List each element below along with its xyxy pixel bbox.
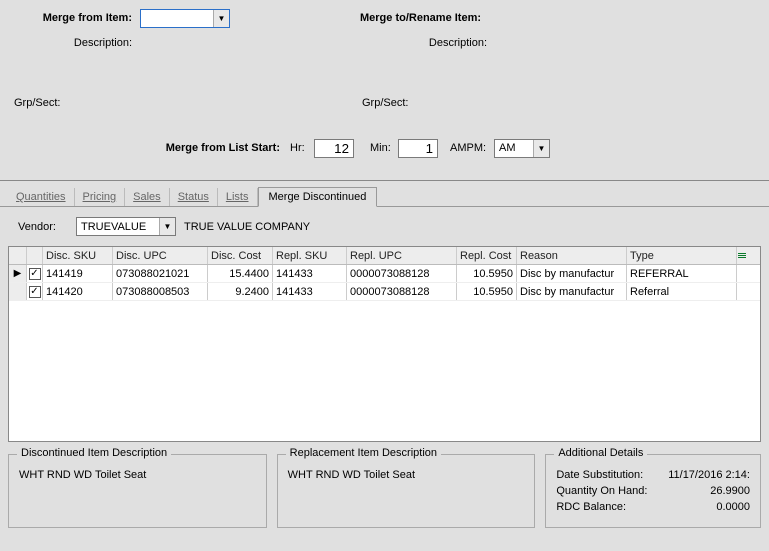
menu-icon[interactable] xyxy=(737,247,747,264)
qoh-value: 26.9900 xyxy=(710,485,750,497)
tab-merge-discontinued[interactable]: Merge Discontinued xyxy=(258,187,378,207)
chevron-down-icon[interactable]: ▼ xyxy=(213,10,229,27)
min-label: Min: xyxy=(370,142,398,154)
desc-label-right: Description: xyxy=(360,37,495,49)
tabstrip: Quantities Pricing Sales Status Lists Me… xyxy=(0,181,769,207)
cell-reason: Disc by manufactur xyxy=(517,265,627,282)
date-sub-label: Date Substitution: xyxy=(556,469,643,481)
min-input[interactable] xyxy=(398,139,438,158)
cell-upc: 073088021021 xyxy=(113,265,208,282)
group-additional-details: Additional Details Date Substitution: 11… xyxy=(545,454,761,528)
tab-status[interactable]: Status xyxy=(170,188,218,206)
cell-rsku: 141433 xyxy=(273,265,347,282)
col-type[interactable]: Type xyxy=(627,247,737,264)
table-row[interactable]: ✓ 141420 073088008503 9.2400 141433 0000… xyxy=(9,283,760,301)
cell-rsku: 141433 xyxy=(273,283,347,300)
chevron-down-icon[interactable]: ▼ xyxy=(159,218,175,235)
cell-type: REFERRAL xyxy=(627,265,737,282)
merge-to-label: Merge to/Rename Item: xyxy=(360,12,481,24)
vendor-value: TRUEVALUE xyxy=(81,221,159,233)
cell-sku: 141420 xyxy=(43,283,113,300)
tab-quantities[interactable]: Quantities xyxy=(8,188,75,206)
col-repl-sku[interactable]: Repl. SKU xyxy=(273,247,347,264)
tab-pricing[interactable]: Pricing xyxy=(75,188,126,206)
cell-rcost: 10.5950 xyxy=(457,265,517,282)
merge-from-combo[interactable]: ▼ xyxy=(140,9,230,28)
group-title: Discontinued Item Description xyxy=(17,447,171,459)
rdc-label: RDC Balance: xyxy=(556,501,626,513)
hr-input[interactable] xyxy=(314,139,354,158)
vendor-combo[interactable]: TRUEVALUE ▼ xyxy=(76,217,176,236)
data-grid[interactable]: Disc. SKU Disc. UPC Disc. Cost Repl. SKU… xyxy=(8,246,761,442)
cell-type: Referral xyxy=(627,283,737,300)
list-start-label: Merge from List Start: xyxy=(0,142,290,154)
tab-lists[interactable]: Lists xyxy=(218,188,258,206)
grp-label-right: Grp/Sect: xyxy=(362,97,432,109)
col-repl-upc[interactable]: Repl. UPC xyxy=(347,247,457,264)
cell-sku: 141419 xyxy=(43,265,113,282)
grid-header: Disc. SKU Disc. UPC Disc. Cost Repl. SKU… xyxy=(9,247,760,265)
chevron-down-icon[interactable]: ▼ xyxy=(533,140,549,157)
qoh-label: Quantity On Hand: xyxy=(556,485,647,497)
date-sub-value: 11/17/2016 2:14: xyxy=(668,469,750,481)
checkbox[interactable]: ✓ xyxy=(29,268,41,280)
tab-sales[interactable]: Sales xyxy=(125,188,170,206)
cell-cost: 9.2400 xyxy=(208,283,273,300)
grid-empty-area xyxy=(9,301,760,441)
table-row[interactable]: ▶ ✓ 141419 073088021021 15.4400 141433 0… xyxy=(9,265,760,283)
col-repl-cost[interactable]: Repl. Cost xyxy=(457,247,517,264)
repl-desc-text: WHT RND WD Toilet Seat xyxy=(288,469,525,481)
top-panel: Merge from Item: ▼ Merge to/Rename Item:… xyxy=(0,0,769,181)
grp-label-left: Grp/Sect: xyxy=(0,97,70,109)
cell-upc: 073088008503 xyxy=(113,283,208,300)
col-reason[interactable]: Reason xyxy=(517,247,627,264)
row-pointer: ▶ xyxy=(9,265,27,282)
ampm-value: AM xyxy=(499,142,533,154)
cell-rupc: 0000073088128 xyxy=(347,265,457,282)
desc-label-left: Description: xyxy=(0,37,140,49)
disc-desc-text: WHT RND WD Toilet Seat xyxy=(19,469,256,481)
row-pointer xyxy=(9,283,27,300)
col-disc-upc[interactable]: Disc. UPC xyxy=(113,247,208,264)
cell-reason: Disc by manufactur xyxy=(517,283,627,300)
col-disc-sku[interactable]: Disc. SKU xyxy=(43,247,113,264)
group-repl-desc: Replacement Item Description WHT RND WD … xyxy=(277,454,536,528)
cell-rupc: 0000073088128 xyxy=(347,283,457,300)
vendor-name: TRUE VALUE COMPANY xyxy=(184,221,310,233)
group-disc-desc: Discontinued Item Description WHT RND WD… xyxy=(8,454,267,528)
ampm-combo[interactable]: AM ▼ xyxy=(494,139,550,158)
rdc-value: 0.0000 xyxy=(716,501,750,513)
ampm-label: AMPM: xyxy=(450,142,494,154)
cell-cost: 15.4400 xyxy=(208,265,273,282)
hr-label: Hr: xyxy=(290,142,314,154)
cell-rcost: 10.5950 xyxy=(457,283,517,300)
group-title: Replacement Item Description xyxy=(286,447,441,459)
vendor-label: Vendor: xyxy=(8,221,68,233)
checkbox[interactable]: ✓ xyxy=(29,286,41,298)
content-panel: Vendor: TRUEVALUE ▼ TRUE VALUE COMPANY D… xyxy=(0,207,769,538)
merge-from-label: Merge from Item: xyxy=(0,12,140,24)
group-title: Additional Details xyxy=(554,447,647,459)
col-disc-cost[interactable]: Disc. Cost xyxy=(208,247,273,264)
